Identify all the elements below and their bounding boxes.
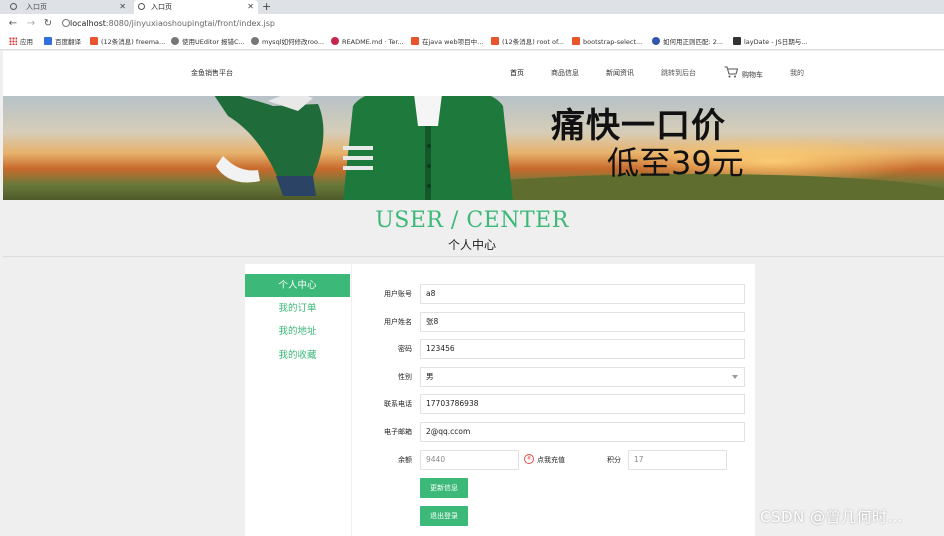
tab-title: 入口页 xyxy=(26,3,47,11)
section-divider xyxy=(3,256,944,257)
url-host: localhost xyxy=(70,19,106,28)
cart-icon[interactable] xyxy=(724,66,738,78)
banner-subheadline: 低至39元 xyxy=(607,144,744,182)
bookmark-label: 使用UEditor 报错C... xyxy=(182,38,245,46)
bookmark-item[interactable]: 使用UEditor 报错C... xyxy=(171,34,245,50)
nav-item-home[interactable]: 首页 xyxy=(510,51,524,96)
sidebar-item-profile[interactable]: 个人中心 xyxy=(245,274,350,297)
bookmark-item[interactable]: (12条消息) freema... xyxy=(90,34,165,50)
csdn-icon xyxy=(411,37,419,45)
model-photo-right xyxy=(343,96,513,200)
bookmark-apps[interactable]: 应用 xyxy=(9,34,33,50)
nav-item-cart[interactable]: 购物车 xyxy=(742,56,763,95)
account-label: 用户账号 xyxy=(384,290,412,298)
site-icon xyxy=(171,37,179,45)
globe-icon xyxy=(10,3,17,10)
section-title-cn: 个人中心 xyxy=(447,238,496,252)
csdn-icon xyxy=(90,37,98,45)
laydate-icon xyxy=(733,37,741,45)
bookmark-label: mysql如何修改roo... xyxy=(262,38,325,46)
gender-label: 性别 xyxy=(398,373,412,381)
points-field[interactable]: 17 xyxy=(628,450,727,470)
close-icon[interactable]: ✕ xyxy=(247,0,254,14)
bookmark-label: bootstrap-select... xyxy=(583,38,643,46)
bookmark-label: layDate - JS日期与... xyxy=(744,38,808,46)
balance-field[interactable]: 9440 xyxy=(420,450,519,470)
bookmark-label: 在java web项目中... xyxy=(422,38,484,46)
tab-title: 入口页 xyxy=(151,3,172,11)
bookmark-item[interactable]: mysql如何修改roo... xyxy=(251,34,324,50)
bookmark-item[interactable]: (12条消息) root of... xyxy=(491,34,564,50)
bookmark-label: README.md · Ter... xyxy=(342,38,404,46)
csdn-icon xyxy=(491,37,499,45)
email-label: 电子邮箱 xyxy=(384,428,412,436)
bookmark-label: 应用 xyxy=(20,38,33,46)
globe-icon xyxy=(138,3,145,10)
bookmark-label: 百度翻译 xyxy=(55,38,81,46)
gitee-icon xyxy=(331,37,339,45)
logout-button[interactable]: 退出登录 xyxy=(420,506,468,526)
apps-grid-icon xyxy=(9,37,17,45)
browser-tab-active[interactable]: 入口页 ✕ xyxy=(134,0,258,14)
url-field[interactable]: localhost:8080/jinyuxiaoshoupingtai/fron… xyxy=(70,14,275,34)
bookmark-item[interactable]: 如何用正则匹配: 2... xyxy=(652,34,723,50)
bookmark-item[interactable]: 在java web项目中... xyxy=(411,34,483,50)
name-label: 用户姓名 xyxy=(384,318,412,326)
sidebar-item-favorites[interactable]: 我的收藏 xyxy=(245,344,350,367)
site-brand[interactable]: 金鱼销售平台 xyxy=(191,51,233,96)
site-icon xyxy=(251,37,259,45)
phone-label: 联系电话 xyxy=(384,400,412,408)
site-icon xyxy=(572,37,580,45)
sidebar-item-address[interactable]: 我的地址 xyxy=(245,320,350,343)
nav-item-admin[interactable]: 跳转到后台 xyxy=(661,51,696,96)
baidu-paw-icon xyxy=(652,37,660,45)
sidebar-item-orders[interactable]: 我的订单 xyxy=(245,297,350,320)
nav-item-news[interactable]: 新闻资讯 xyxy=(606,51,634,96)
nav-item-products[interactable]: 商品信息 xyxy=(551,51,579,96)
bookmark-label: (12条消息) root of... xyxy=(502,38,564,46)
points-label: 积分 xyxy=(607,456,621,464)
balance-label: 余额 xyxy=(398,456,412,464)
password-label: 密码 xyxy=(398,345,412,353)
gender-select-value: 男 xyxy=(426,372,434,381)
section-title-en: USER / CENTER xyxy=(375,208,569,233)
account-field[interactable]: a8 xyxy=(420,284,745,304)
name-field[interactable]: 张8 xyxy=(420,312,745,332)
password-field[interactable]: 123456 xyxy=(420,339,745,359)
new-tab-button[interactable]: + xyxy=(262,0,271,13)
yuan-coin-icon[interactable]: ¥ xyxy=(524,454,534,464)
info-icon[interactable] xyxy=(62,19,70,27)
url-path: :8080/jinyuxiaoshoupingtai/front/index.j… xyxy=(105,19,275,28)
forward-arrow-icon[interactable]: → xyxy=(24,14,38,34)
nav-item-mine[interactable]: 我的 xyxy=(790,51,804,96)
back-arrow-icon[interactable]: ← xyxy=(6,14,20,34)
bookmark-item[interactable]: README.md · Ter... xyxy=(331,34,404,50)
gender-select[interactable]: 男 xyxy=(420,367,745,387)
close-icon[interactable]: ✕ xyxy=(119,0,126,14)
bookmark-item[interactable]: layDate - JS日期与... xyxy=(733,34,807,50)
model-photo-left xyxy=(214,96,324,196)
translate-icon xyxy=(44,37,52,45)
browser-tab[interactable]: 入口页 ✕ xyxy=(6,0,130,14)
email-field[interactable]: 2@qq.ccom xyxy=(420,422,745,442)
reload-icon[interactable]: ↻ xyxy=(41,14,55,34)
chevron-down-icon xyxy=(732,375,738,379)
bookmark-label: 如何用正则匹配: 2... xyxy=(663,38,724,46)
phone-field[interactable]: 17703786938 xyxy=(420,394,745,414)
bookmark-item[interactable]: 百度翻译 xyxy=(44,34,81,50)
update-info-button[interactable]: 更新信息 xyxy=(420,478,468,498)
csdn-watermark: CSDN @曾几何时… xyxy=(760,508,904,526)
bookmark-label: (12条消息) freema... xyxy=(101,38,166,46)
bookmark-item[interactable]: bootstrap-select... xyxy=(572,34,642,50)
promo-banner[interactable]: 痛快一口价 低至39元 xyxy=(3,96,944,200)
